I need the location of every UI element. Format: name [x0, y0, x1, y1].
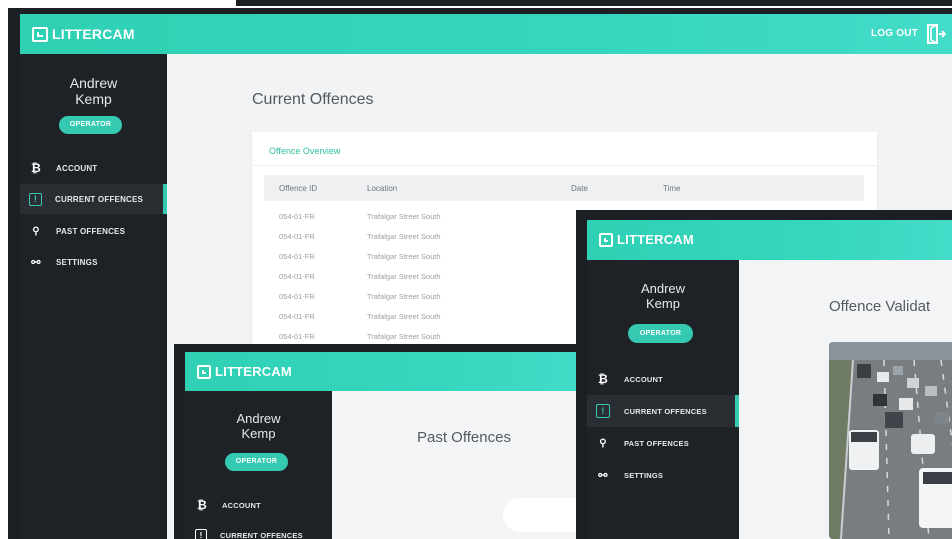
column-header: Time — [663, 184, 681, 193]
brand-name: LITTERCAM — [617, 232, 694, 247]
role-badge: OPERATOR — [628, 324, 693, 343]
sidebar-item-label: CURRENT OFFENCES — [624, 406, 707, 416]
sidebar-item-settings[interactable]: ⚯ SETTINGS — [20, 251, 167, 273]
sidebar-item-past-offences[interactable]: ⚲ PAST OFFENCES — [587, 432, 739, 454]
offence-id: 054-01-FR — [279, 232, 315, 241]
sidebar-item-label: ACCOUNT — [56, 163, 98, 173]
top-bar: LITTERCAM — [185, 352, 590, 391]
offence-location: Trafalgar Street South — [367, 292, 441, 301]
offence-location: Trafalgar Street South — [367, 332, 441, 341]
top-bar: LITTERCAM — [587, 220, 952, 260]
sidebar-item-current-offences[interactable]: ! CURRENT OFFENCES — [587, 395, 739, 427]
alert-icon: ! — [596, 404, 610, 418]
offence-id: 054-01-FR — [279, 212, 315, 221]
page-title: Past Offences — [417, 429, 511, 446]
offence-location: Trafalgar Street South — [367, 312, 441, 321]
sidebar-item-settings[interactable]: ⚯ SETTINGS — [587, 464, 739, 486]
highway-photo — [829, 342, 952, 539]
sidebar-item-label: SETTINGS — [56, 257, 98, 267]
sidebar-item-current-offences[interactable]: ! CURRENT OFFENCES — [20, 184, 167, 214]
sidebar-item-past-offences[interactable]: ⚲ PAST OFFENCES — [20, 220, 167, 242]
sidebar-item-label: PAST OFFENCES — [624, 438, 689, 448]
alert-icon: ! — [29, 192, 42, 206]
offence-location: Trafalgar Street South — [367, 212, 441, 221]
user-name: Andrew Kemp — [185, 411, 332, 442]
screen-offence-validation: LITTERCAM Andrew Kemp OPERATOR ₿ ACCOUNT… — [587, 220, 952, 539]
page-title: Offence Validat — [829, 298, 931, 315]
user-icon: ₿ — [197, 498, 207, 512]
sidebar: Andrew Kemp OPERATOR ₿ ACCOUNT ! CURRENT… — [587, 260, 739, 539]
card-title: Offence Overview — [269, 146, 341, 156]
user-icon: ₿ — [31, 161, 41, 175]
card-divider — [252, 165, 877, 166]
sidebar-item-account[interactable]: ₿ ACCOUNT — [20, 157, 167, 179]
logout-label: LOG OUT — [871, 28, 918, 39]
offence-location: Trafalgar Street South — [367, 252, 441, 261]
user-first-name: Andrew — [69, 75, 118, 91]
brand-name: LITTERCAM — [52, 26, 135, 42]
offence-location: Trafalgar Street South — [367, 232, 441, 241]
page-title: Current Offences — [252, 91, 374, 108]
sidebar-item-label: PAST OFFENCES — [56, 226, 126, 236]
column-header: Date — [571, 184, 588, 193]
sidebar-item-label: ACCOUNT — [222, 500, 261, 510]
top-bar: LITTERCAM LOG OUT — [20, 14, 952, 54]
screen-past-offences: LITTERCAM Andrew Kemp OPERATOR ₿ ACCOUNT… — [185, 352, 590, 539]
offence-id: 054-01-FR — [279, 312, 315, 321]
alert-icon: ! — [195, 529, 207, 539]
role-badge: OPERATOR — [59, 116, 122, 134]
logout-door-icon[interactable] — [926, 23, 946, 45]
brand-name: LITTERCAM — [215, 364, 292, 379]
table-header: Offence ID Location Date Time — [264, 175, 864, 201]
search-icon: ⚲ — [32, 225, 40, 237]
offence-id: 054-01-FR — [279, 292, 315, 301]
offence-camera-image — [829, 342, 952, 539]
logo-icon — [197, 364, 211, 379]
offence-id: 054-01-FR — [279, 252, 315, 261]
mockup-stage: LITTERCAM LOG OUT Andrew Kemp OPERATOR ₿… — [0, 0, 952, 539]
sidebar-item-current-offences[interactable]: ! CURRENT OFFENCES — [185, 525, 332, 539]
user-first-name: Andrew — [236, 411, 281, 426]
user-name: Andrew Kemp — [587, 281, 739, 312]
user-last-name: Kemp — [75, 91, 112, 108]
search-icon: ⚲ — [599, 437, 607, 449]
settings-icon: ⚯ — [31, 256, 41, 269]
logout-button[interactable]: LOG OUT — [871, 28, 918, 39]
sidebar-item-label: SETTINGS — [624, 470, 664, 480]
brand-logo: LITTERCAM — [197, 364, 292, 379]
sidebar-item-account[interactable]: ₿ ACCOUNT — [587, 368, 739, 390]
column-header: Location — [367, 184, 398, 193]
role-badge: OPERATOR — [225, 453, 288, 471]
user-last-name: Kemp — [241, 425, 276, 441]
offence-id: 054-01-FR — [279, 332, 315, 341]
sidebar-item-label: CURRENT OFFENCES — [55, 194, 144, 204]
brand-logo: LITTERCAM — [32, 26, 135, 42]
settings-icon: ⚯ — [598, 469, 608, 482]
offence-id: 054-01-FR — [279, 272, 315, 281]
user-icon: ₿ — [598, 372, 608, 386]
offence-location: Trafalgar Street South — [367, 272, 441, 281]
sidebar-item-label: ACCOUNT — [624, 374, 663, 384]
sidebar-item-account[interactable]: ₿ ACCOUNT — [185, 495, 332, 515]
logo-icon — [32, 26, 48, 42]
user-first-name: Andrew — [640, 281, 686, 296]
sidebar: Andrew Kemp OPERATOR ₿ ACCOUNT ! CURRENT… — [185, 391, 332, 539]
brand-logo: LITTERCAM — [599, 232, 694, 247]
user-name: Andrew Kemp — [20, 75, 167, 107]
user-last-name: Kemp — [646, 295, 680, 311]
sidebar: Andrew Kemp OPERATOR ₿ ACCOUNT ! CURRENT… — [20, 54, 167, 539]
logo-icon — [599, 232, 613, 247]
sidebar-item-label: CURRENT OFFENCES — [220, 530, 303, 539]
device-bezel-top — [236, 0, 952, 6]
column-header: Offence ID — [279, 184, 318, 193]
